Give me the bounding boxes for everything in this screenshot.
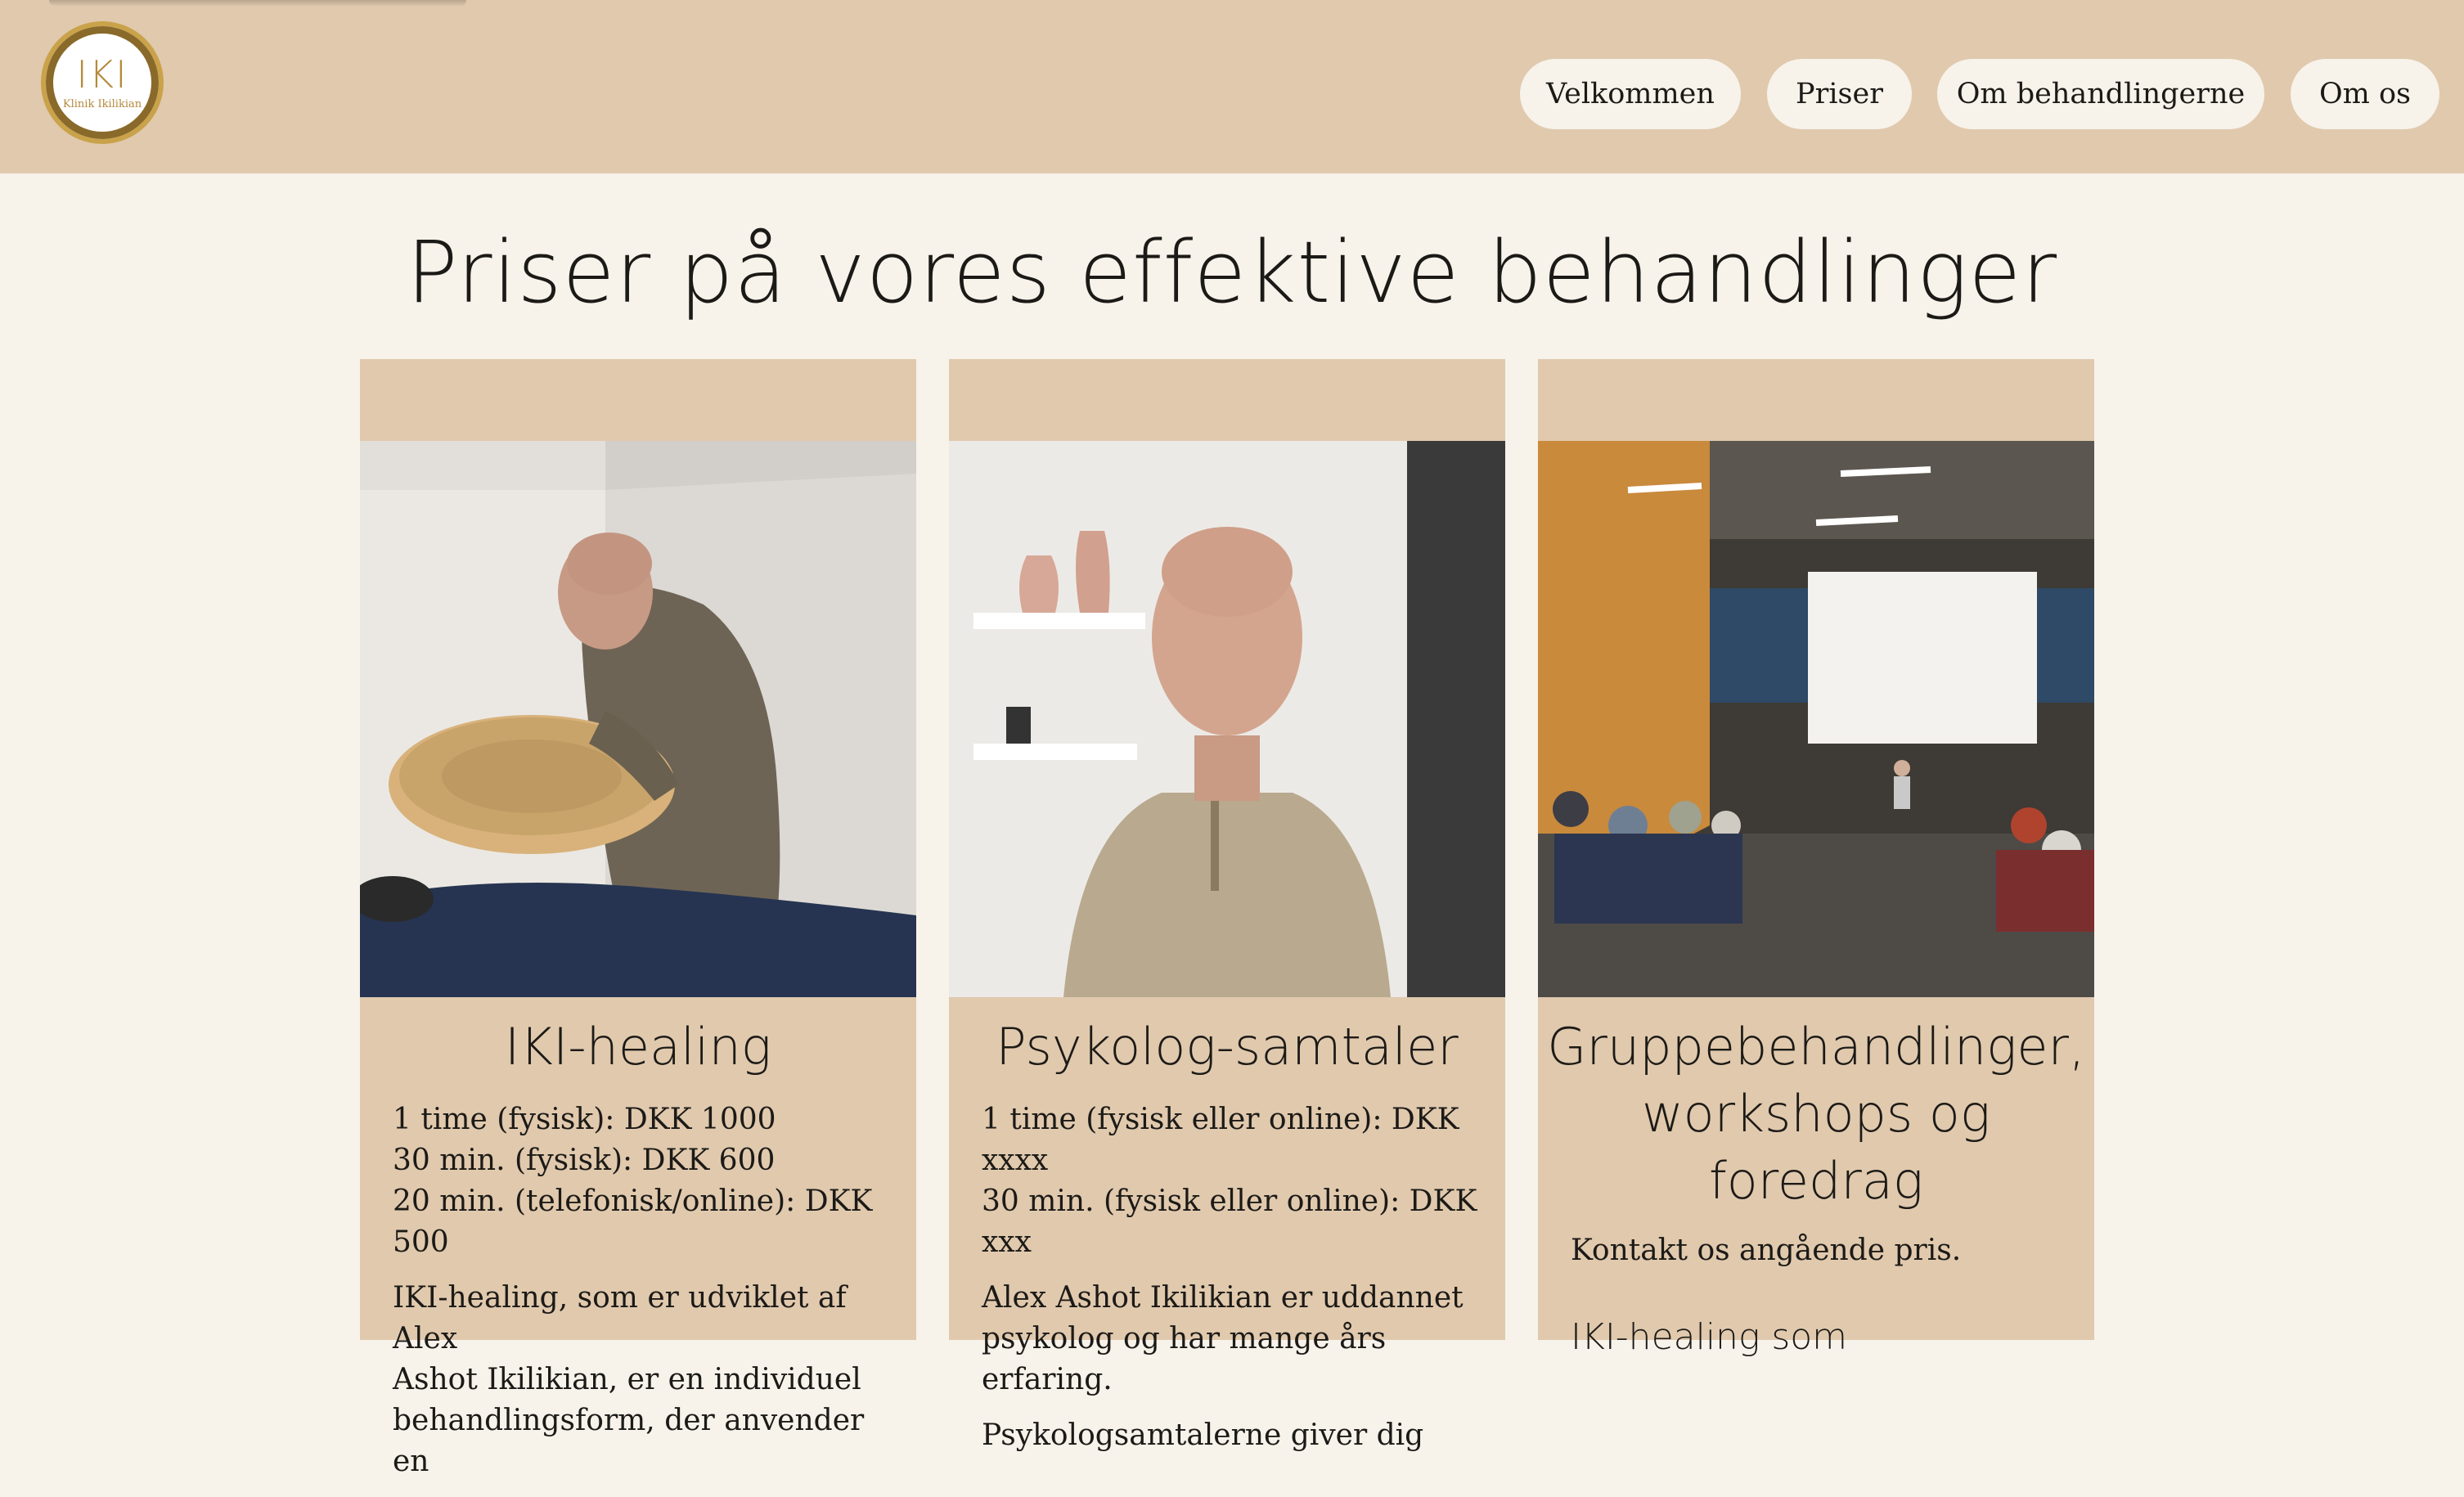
description-line: Alex Ashot Ikilikian er uddannet <box>982 1281 1464 1315</box>
card-title: Gruppebehandlinger, workshops og foredra… <box>1538 1014 2094 1215</box>
card-body: 1 time (fysisk eller online): DKK xxxx 3… <box>982 1099 1481 1471</box>
nav-label: Velkommen <box>1546 78 1715 110</box>
site-logo[interactable]: IKI Klinik Ikilikian <box>46 26 159 139</box>
card-title-line: Gruppebehandlinger, <box>1547 1017 2085 1077</box>
price-line: 30 min. (fysisk eller online): DKK xxx <box>982 1185 1477 1259</box>
nav-om-os[interactable]: Om os <box>2291 59 2439 129</box>
description-line: Psykologsamtalerne giver dig <box>982 1418 1424 1452</box>
psychologist-portrait-photo <box>949 441 1505 997</box>
card-footer-fragment: IKI-healing som <box>1571 1316 1848 1358</box>
price-line: 1 time (fysisk eller online): DKK xxxx <box>982 1103 1459 1177</box>
contact-line: Kontakt os angående pris. <box>1571 1234 1962 1267</box>
logo-name: Klinik Ikilikian <box>62 97 142 110</box>
healing-session-photo <box>360 441 916 997</box>
nav-label: Om os <box>2318 78 2412 110</box>
card-title-line: foredrag <box>1708 1151 1924 1211</box>
workshop-room-photo <box>1538 441 2094 997</box>
nav-label: Om behandlingerne <box>1956 78 2246 110</box>
card-body: 1 time (fysisk): DKK 1000 30 min. (fysis… <box>393 1099 892 1497</box>
price-card-iki-healing: IKI-healing 1 time (fysisk): DKK 1000 30… <box>360 359 916 1478</box>
nav-om-behandlingerne[interactable]: Om behandlingerne <box>1937 59 2264 129</box>
price-line: 20 min. (telefonisk/online): DKK 500 <box>393 1185 873 1259</box>
description-line: psykolog og har mange års erfaring. <box>982 1322 1387 1396</box>
description-line: Ashot Ikilikian, er en individuel <box>393 1363 861 1396</box>
price-line: 1 time (fysisk): DKK 1000 <box>393 1103 776 1136</box>
nav-priser[interactable]: Priser <box>1767 59 1912 129</box>
site-header: IKI Klinik Ikilikian Velkommen Priser Om… <box>0 0 2464 173</box>
price-card-psykolog-samtaler: Psykolog-samtaler 1 time (fysisk eller o… <box>949 359 1505 1452</box>
description-line: behandlingsform, der anvender en <box>393 1404 865 1478</box>
card-title-line: workshops og <box>1641 1084 1991 1144</box>
card-title: Psykolog-samtaler <box>996 1017 1459 1077</box>
card-body: Kontakt os angående pris. <box>1571 1230 2070 1286</box>
nav-label: Priser <box>1796 78 1883 110</box>
card-title: IKI-healing <box>505 1017 771 1077</box>
description-line: IKI-healing, som er udviklet af Alex <box>393 1281 847 1355</box>
price-line: 30 min. (fysisk): DKK 600 <box>393 1144 776 1177</box>
logo-mark: IKI <box>76 52 128 97</box>
page-title: Priser på vores effektive behandlinger <box>406 223 2058 322</box>
header-shadow <box>49 0 466 7</box>
nav-velkommen[interactable]: Velkommen <box>1520 59 1741 129</box>
price-card-gruppebehandlinger: Gruppebehandlinger, workshops og foredra… <box>1538 359 2094 1358</box>
